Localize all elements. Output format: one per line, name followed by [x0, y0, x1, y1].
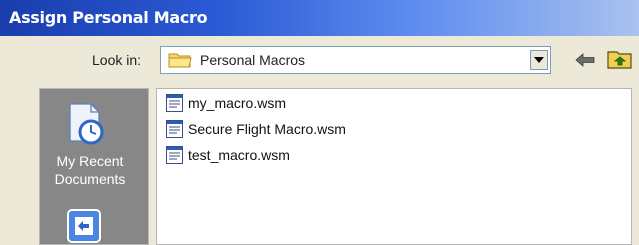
back-arrow-icon[interactable] [574, 52, 596, 68]
file-list[interactable]: my_macro.wsm Secure Flight Macro.wsm tes… [156, 88, 632, 245]
desktop-icon[interactable] [65, 207, 103, 245]
dialog-title: Assign Personal Macro [9, 8, 208, 27]
file-name: Secure Flight Macro.wsm [188, 121, 346, 137]
file-name: test_macro.wsm [188, 147, 290, 163]
look-in-value: Personal Macros [200, 52, 306, 68]
macro-file-icon [166, 146, 183, 164]
chevron-down-icon [534, 57, 544, 63]
title-bar[interactable]: Assign Personal Macro [0, 0, 639, 36]
recent-documents-icon [69, 103, 104, 145]
places-bar: My Recent Documents [39, 88, 149, 245]
look-in-label: Look in: [92, 52, 142, 68]
places-label-line2: Documents [54, 171, 126, 187]
places-item-my-recent-documents[interactable]: My Recent Documents [40, 89, 148, 201]
assign-personal-macro-dialog: Assign Personal Macro Look in: Personal … [0, 0, 639, 245]
places-label-line1: My Recent [56, 153, 124, 169]
file-name: my_macro.wsm [188, 95, 287, 111]
macro-file-icon [166, 94, 183, 112]
folder-icon [168, 53, 192, 68]
macro-file-icon [166, 120, 183, 138]
up-one-level-folder-icon[interactable] [607, 48, 633, 70]
look-in-dropdown-button[interactable] [530, 50, 548, 70]
look-in-combobox[interactable]: Personal Macros [160, 46, 551, 74]
